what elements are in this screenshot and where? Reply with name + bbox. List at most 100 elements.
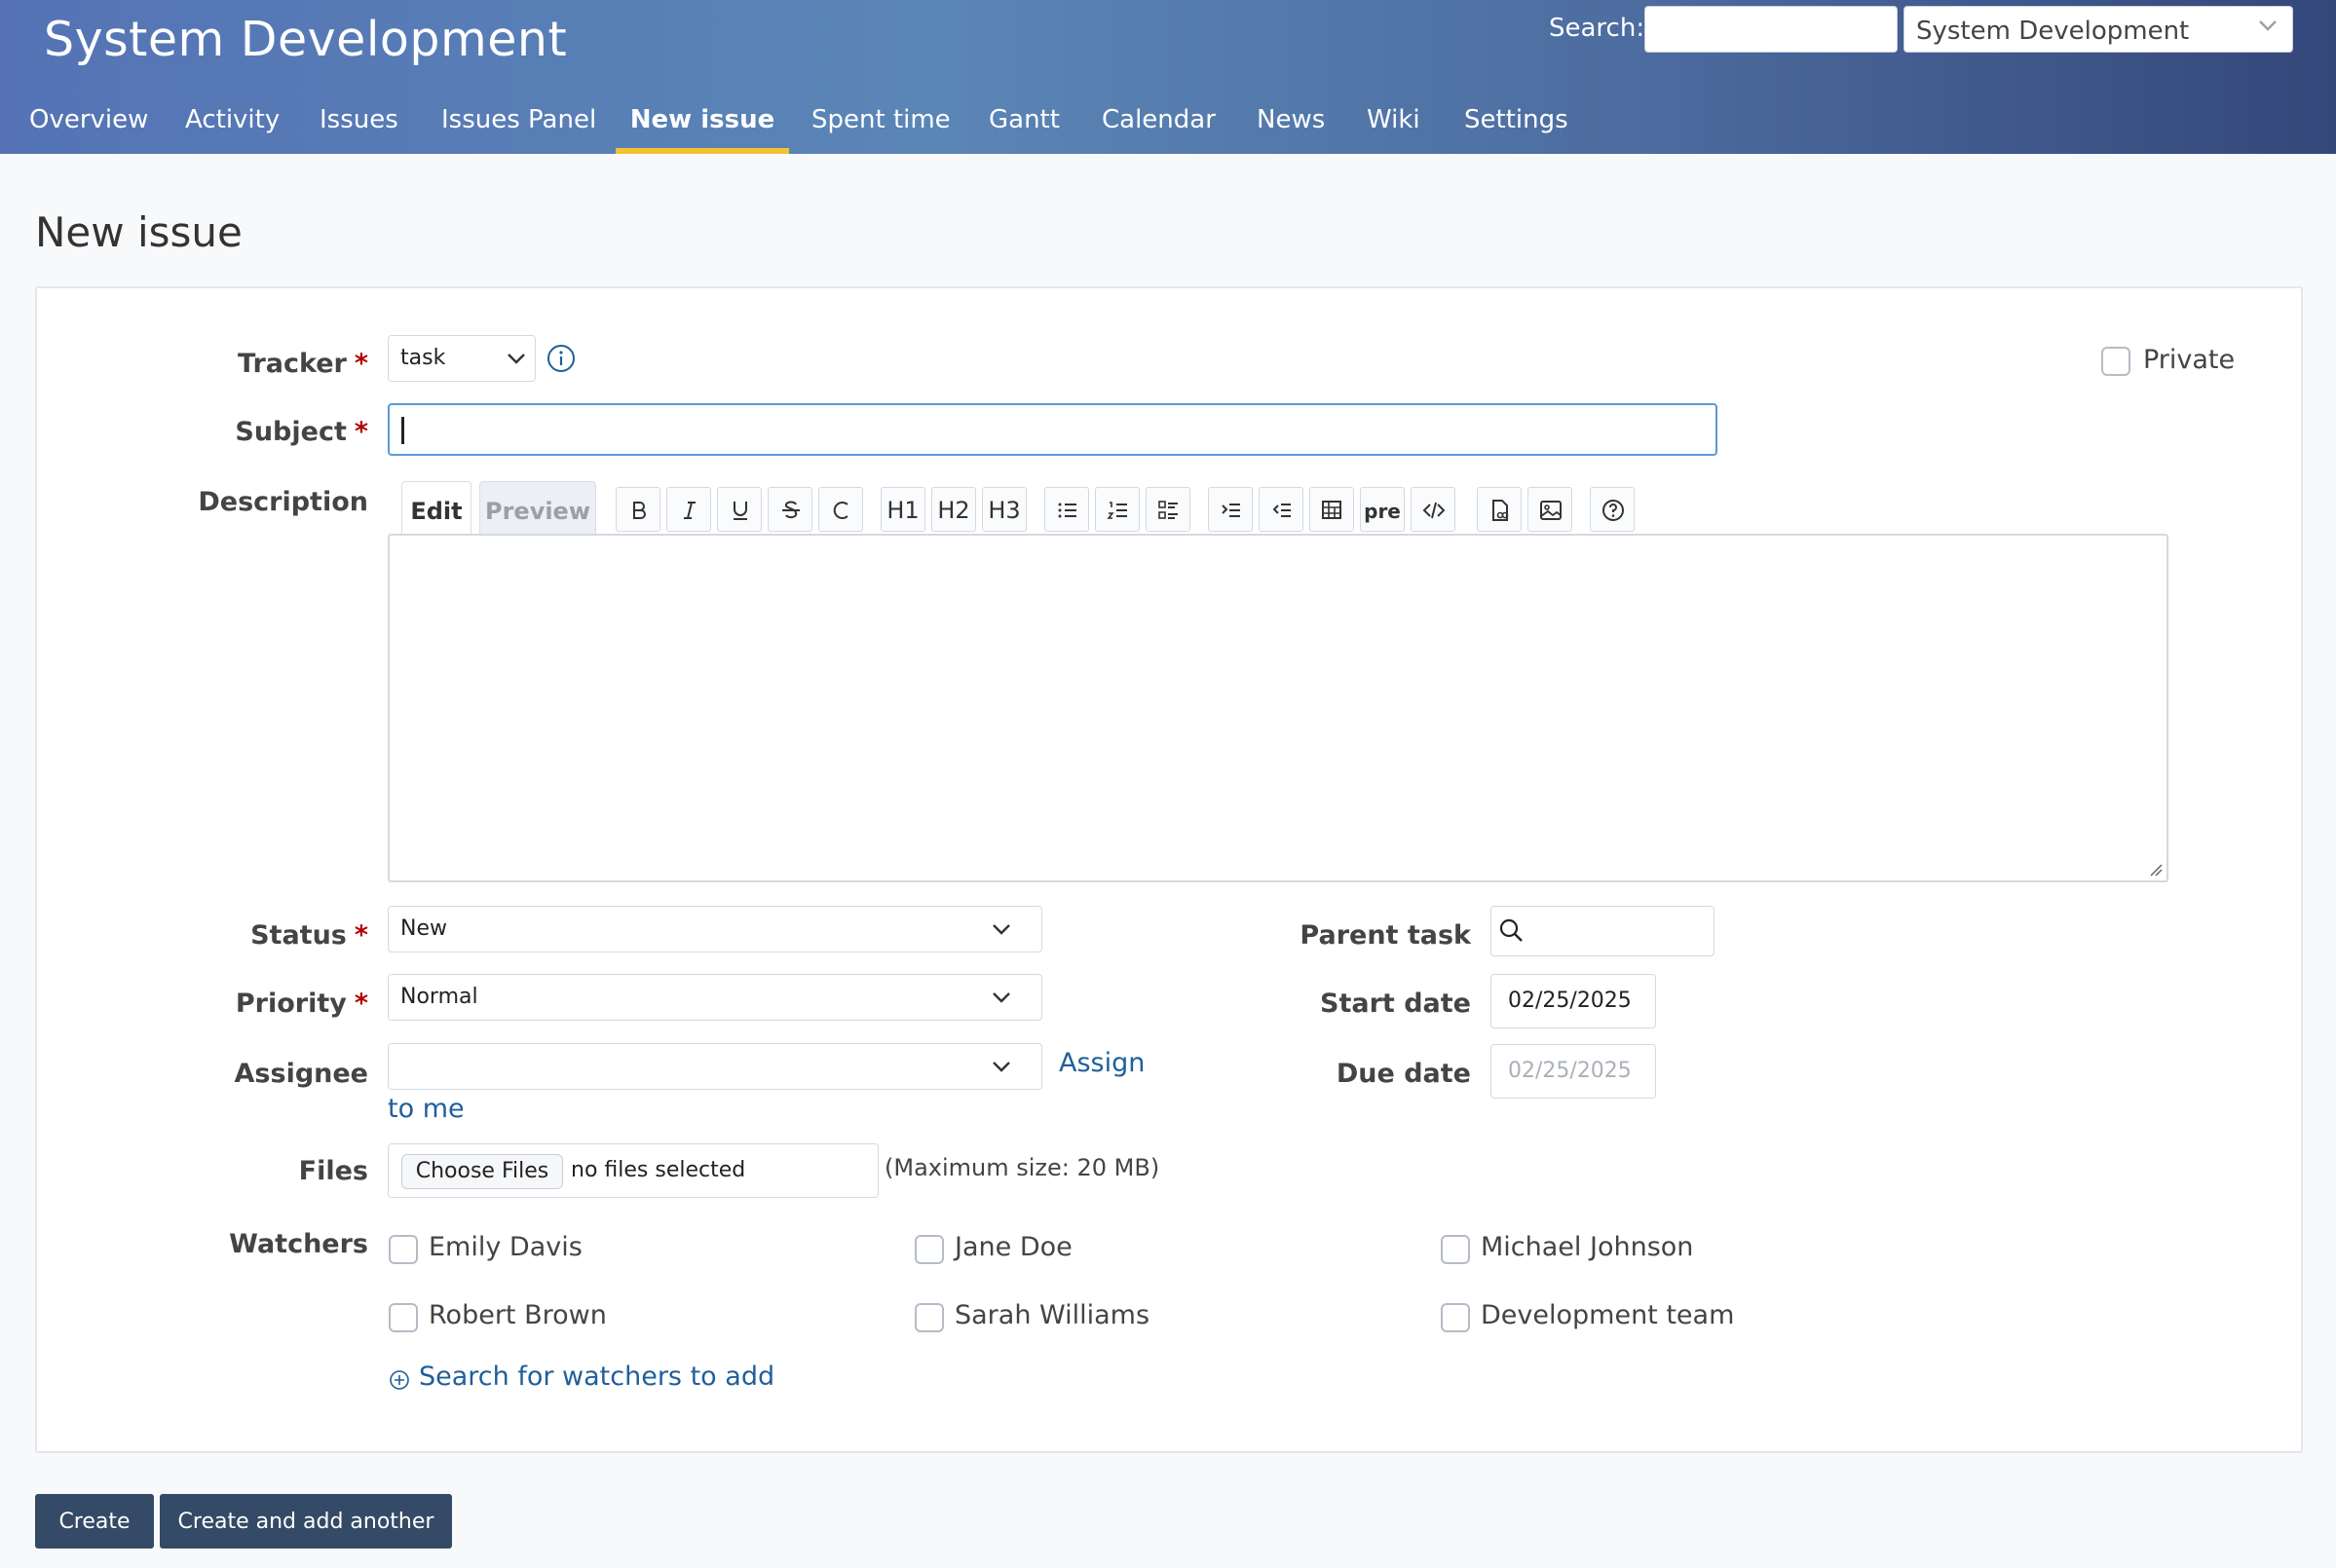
attachment-link-button[interactable]	[1477, 487, 1522, 532]
tracker-select[interactable]: task	[388, 335, 536, 382]
strikethrough-button[interactable]	[768, 487, 812, 532]
status-select[interactable]: New	[388, 906, 1042, 952]
status-value: New	[400, 916, 447, 941]
ordered-list-button[interactable]	[1095, 487, 1140, 532]
pre-button[interactable]: pre	[1360, 487, 1405, 532]
chevron-down-icon	[991, 1060, 1012, 1073]
help-button[interactable]	[1590, 487, 1635, 532]
watcher-name: Sarah Williams	[955, 1300, 1150, 1330]
pre-label: pre	[1364, 500, 1401, 523]
tab-edit[interactable]: Edit	[401, 481, 471, 536]
h1-button[interactable]: H1	[881, 487, 925, 532]
image-icon	[1540, 501, 1562, 520]
tab-calendar[interactable]: Calendar	[1102, 99, 1216, 154]
project-jump-value: System Development	[1916, 17, 2190, 46]
underline-button[interactable]	[717, 487, 762, 532]
info-icon[interactable]	[546, 344, 576, 379]
tab-preview[interactable]: Preview	[479, 481, 596, 536]
start-date-label: Start date	[1320, 989, 1471, 1019]
tab-issues[interactable]: Issues	[320, 99, 398, 154]
parent-task-label: Parent task	[1300, 920, 1471, 951]
code-block-button[interactable]	[1411, 487, 1455, 532]
watcher-checkbox[interactable]	[389, 1303, 418, 1332]
watcher-checkbox[interactable]	[1441, 1303, 1470, 1332]
due-date-label: Due date	[1336, 1059, 1471, 1089]
watcher-name: Development team	[1481, 1300, 1735, 1330]
header-bar: System Development Search: System Develo…	[0, 0, 2336, 154]
subject-label: Subject *	[235, 417, 368, 447]
watcher-checkbox[interactable]	[389, 1235, 418, 1264]
file-link-icon	[1492, 500, 1509, 521]
bold-icon	[633, 502, 646, 519]
tab-activity[interactable]: Activity	[185, 99, 280, 154]
numbered-list-icon	[1107, 502, 1127, 519]
indent-button[interactable]	[1208, 487, 1253, 532]
tab-spent-time[interactable]: Spent time	[811, 99, 951, 154]
chevron-down-icon	[506, 352, 527, 365]
strikethrough-icon	[782, 501, 800, 519]
indent-icon	[1222, 504, 1240, 517]
watcher-name: Emily Davis	[429, 1232, 583, 1262]
h3-button[interactable]: H3	[982, 487, 1027, 532]
assign-to-me-link[interactable]: Assign	[1059, 1048, 1145, 1078]
subject-input[interactable]	[388, 403, 1717, 456]
tab-wiki[interactable]: Wiki	[1367, 99, 1420, 154]
italic-icon	[684, 502, 696, 519]
due-date-input[interactable]: 02/25/2025	[1490, 1044, 1656, 1099]
h3-label: H3	[988, 497, 1021, 524]
table-button[interactable]	[1309, 487, 1354, 532]
tab-settings[interactable]: Settings	[1464, 99, 1568, 154]
project-jump-select[interactable]: System Development	[1903, 6, 2293, 53]
create-and-add-another-button[interactable]: Create and add another	[160, 1494, 452, 1549]
tab-overview[interactable]: Overview	[29, 99, 148, 154]
private-checkbox[interactable]	[2101, 347, 2130, 376]
assignee-select[interactable]	[388, 1043, 1042, 1090]
search-watchers-link[interactable]: Search for watchers to add	[419, 1362, 774, 1392]
help-icon	[1602, 500, 1624, 521]
priority-select[interactable]: Normal	[388, 974, 1042, 1021]
create-button[interactable]: Create	[35, 1494, 154, 1549]
watcher-checkbox[interactable]	[915, 1235, 944, 1264]
project-title[interactable]: System Development	[44, 12, 567, 67]
underline-icon	[734, 502, 747, 520]
description-textarea[interactable]	[388, 534, 2168, 882]
status-label: Status *	[250, 920, 368, 951]
search-input[interactable]	[1644, 6, 1898, 53]
tab-issues-panel[interactable]: Issues Panel	[441, 99, 596, 154]
text-caret	[401, 417, 404, 444]
outdent-icon	[1272, 504, 1291, 517]
start-date-input[interactable]: 02/25/2025	[1490, 974, 1656, 1028]
priority-value: Normal	[400, 985, 478, 1009]
h2-button[interactable]: H2	[931, 487, 976, 532]
files-label: Files	[298, 1156, 368, 1186]
parent-task-input[interactable]	[1490, 906, 1714, 956]
outdent-button[interactable]	[1259, 487, 1303, 532]
tab-news[interactable]: News	[1257, 99, 1325, 154]
chevron-down-icon	[991, 922, 1012, 936]
task-list-button[interactable]	[1146, 487, 1190, 532]
add-circle-icon	[389, 1369, 410, 1397]
watcher-checkbox[interactable]	[1441, 1235, 1470, 1264]
search-label: Search:	[1549, 14, 1645, 43]
file-status: no files selected	[571, 1158, 746, 1182]
resize-handle-icon	[2150, 864, 2163, 877]
tab-gantt[interactable]: Gantt	[989, 99, 1060, 154]
priority-label: Priority *	[235, 989, 368, 1019]
assign-to-me-link-continued[interactable]: to me	[388, 1094, 465, 1124]
chevron-down-icon	[991, 990, 1012, 1004]
watcher-name: Jane Doe	[955, 1232, 1073, 1262]
unordered-list-button[interactable]	[1044, 487, 1089, 532]
description-label: Description	[198, 487, 368, 517]
bold-button[interactable]	[616, 487, 660, 532]
tab-new-issue[interactable]: New issue	[616, 99, 789, 154]
italic-button[interactable]	[666, 487, 711, 532]
tracker-label: Tracker *	[238, 349, 368, 379]
watcher-checkbox[interactable]	[915, 1303, 944, 1332]
assignee-label: Assignee	[234, 1059, 368, 1089]
page-title: New issue	[35, 208, 243, 256]
choose-files-button[interactable]: Choose Files	[401, 1154, 563, 1189]
chevron-down-icon	[2257, 19, 2279, 32]
code-icon	[1422, 502, 1446, 519]
inline-code-button[interactable]	[818, 487, 863, 532]
image-button[interactable]	[1527, 487, 1572, 532]
